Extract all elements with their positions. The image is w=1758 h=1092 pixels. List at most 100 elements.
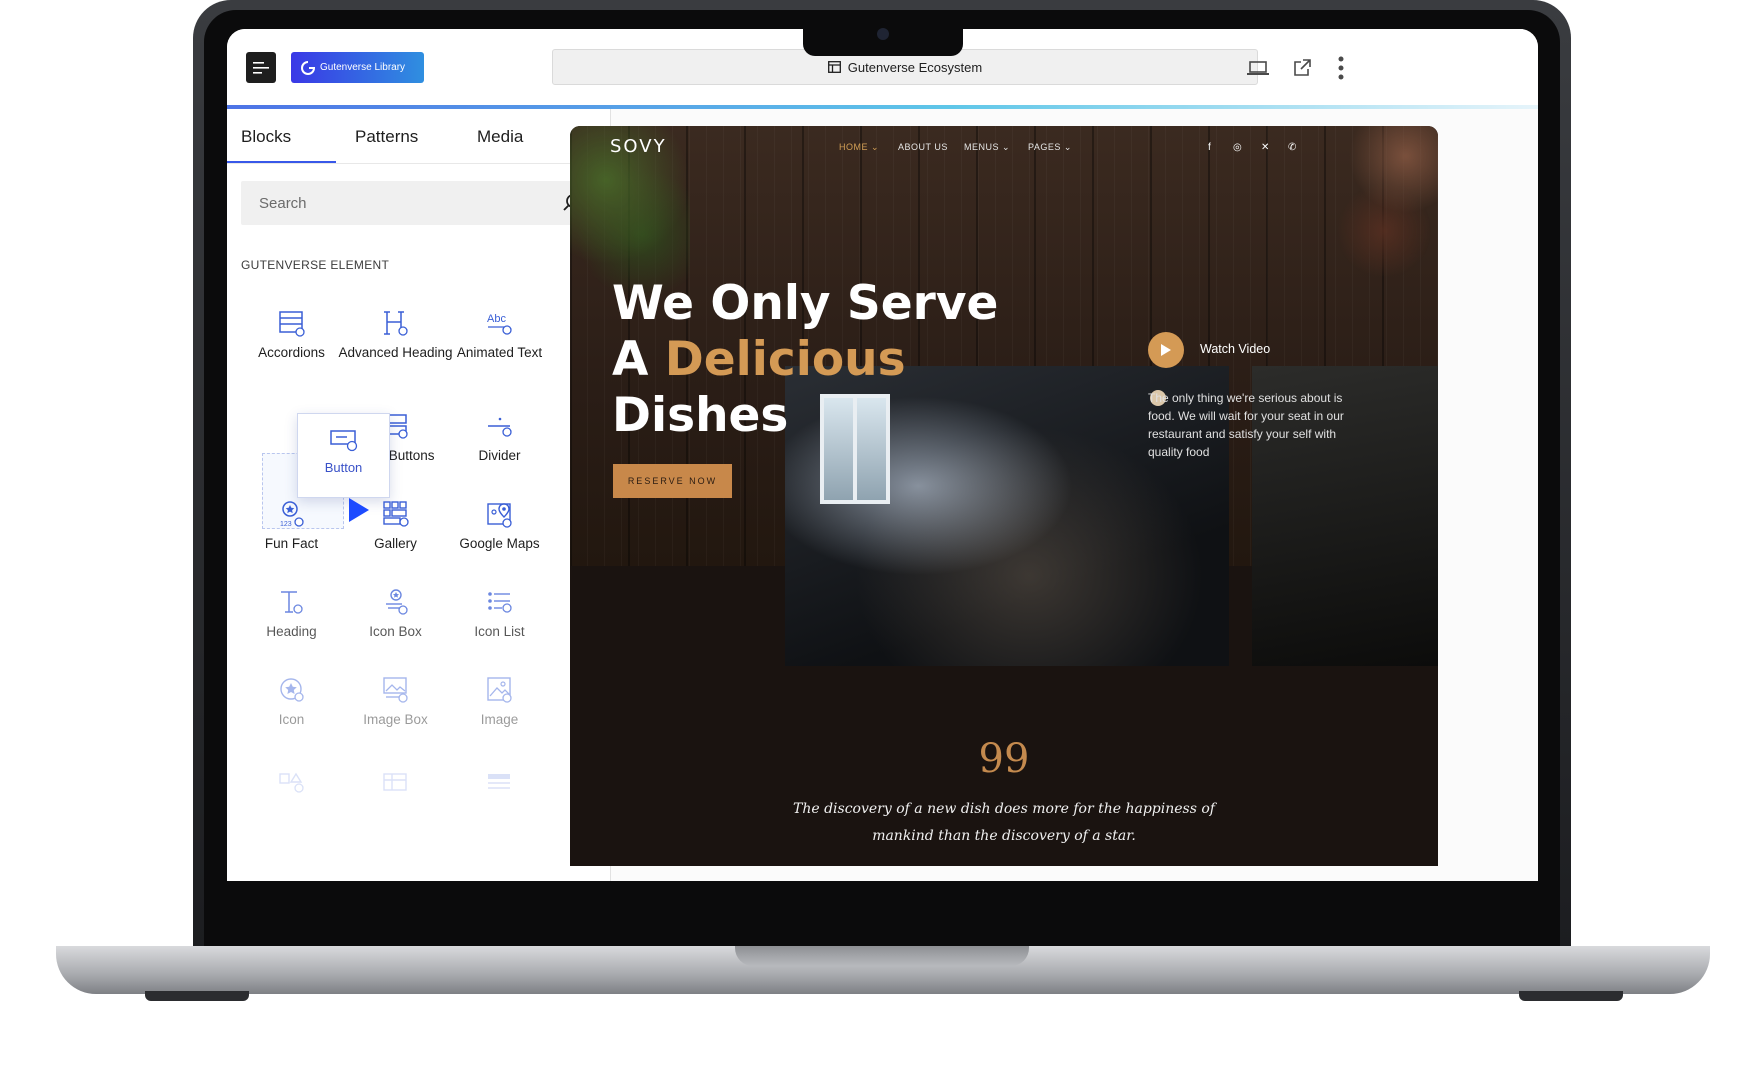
hero-description: The only thing we're serious about is fo… (1148, 391, 1344, 459)
nav-about[interactable]: ABOUT US (898, 142, 948, 152)
laptop-foot (145, 991, 249, 1001)
nav-menus-label: MENUS (964, 142, 1000, 152)
tab-media[interactable]: Media (477, 109, 523, 164)
block-animated-text[interactable]: Abc Animated Text (441, 309, 558, 361)
site-preview[interactable]: SOVY HOME ⌄ ABOUT US MENUS ⌄ PAGES ⌄ f ◎… (570, 126, 1438, 866)
section-title: GUTENVERSE ELEMENT (241, 258, 390, 272)
nav-menus[interactable]: MENUS ⌄ (964, 142, 1010, 153)
hero-title: We Only Serve A Delicious Dishes (612, 276, 998, 444)
block-divider[interactable]: Divider (441, 412, 558, 464)
device-preview-button[interactable] (1244, 55, 1272, 81)
google-maps-icon (486, 503, 512, 528)
block-label: Google Maps (459, 536, 540, 551)
screen: Gutenverse Library Gutenverse Ecosystem … (227, 29, 1538, 881)
quote-icon: 99 (978, 736, 1030, 782)
gallery-icon (382, 501, 409, 527)
hero-title-line1: We Only Serve (612, 276, 999, 331)
social-icon[interactable]: ✆ (1288, 142, 1296, 153)
play-icon (1161, 344, 1171, 356)
block-icon[interactable]: Icon (233, 676, 350, 728)
block-inserter-panel: Blocks Patterns Media GUTENVERSE ELEMENT… (227, 109, 611, 881)
view-post-button[interactable] (1288, 55, 1316, 81)
quote-text: The discovery of a new dish does more fo… (793, 801, 1215, 844)
laptop-foot (1519, 991, 1623, 1001)
block-label: Image (480, 712, 519, 727)
nav-pages-label: PAGES (1028, 142, 1061, 152)
block-heading[interactable]: Heading (233, 588, 350, 640)
advanced-heading-icon (383, 311, 408, 336)
button-icon (329, 430, 357, 452)
laptop-hinge (735, 946, 1029, 966)
block-label: Icon List (474, 624, 525, 639)
gutenverse-logo-icon (301, 60, 315, 75)
block-partial-icon (383, 773, 407, 791)
template-icon (827, 61, 841, 73)
block-label: Icon Box (369, 624, 422, 639)
gutenverse-library-button[interactable]: Gutenverse Library (291, 52, 424, 83)
gutenverse-library-label: Gutenverse Library (320, 62, 406, 73)
list-view-icon (253, 61, 269, 74)
block-partial-icon (488, 774, 510, 789)
block-gallery[interactable]: Gallery (337, 500, 454, 552)
block-google-maps[interactable]: Google Maps (441, 500, 558, 552)
block-label: Advanced Heading (338, 345, 453, 360)
svg-text:123: 123 (280, 521, 292, 528)
tab-patterns[interactable]: Patterns (355, 109, 418, 164)
tab-divider (227, 163, 610, 164)
hero-title-line3: Dishes (612, 388, 789, 443)
fun-fact-icon: 123 (280, 501, 304, 528)
dragging-block-label: Button (324, 460, 363, 475)
camera-icon (877, 28, 889, 40)
icon-box-icon (385, 589, 408, 615)
block-search (241, 181, 593, 225)
block-image-box[interactable]: Image Box (337, 676, 454, 728)
block-label: Divider (478, 448, 521, 463)
document-overview-button[interactable] (246, 52, 276, 83)
block-label: Fun Fact (264, 536, 319, 551)
heading-icon (280, 591, 303, 614)
hero-title-a: A (612, 332, 649, 387)
image-box-icon (382, 677, 408, 703)
image-icon (486, 677, 512, 703)
nav-home-label: HOME (839, 142, 868, 152)
external-link-icon (1294, 59, 1311, 76)
block-label: Heading (266, 624, 317, 639)
block-label: Accordions (258, 345, 325, 360)
icon-icon (279, 678, 304, 702)
more-vertical-icon (1338, 56, 1344, 80)
divider-icon (487, 417, 512, 437)
site-logo[interactable]: SOVY (610, 136, 667, 157)
block-label: Animated Text (456, 345, 543, 360)
document-title: Gutenverse Ecosystem (847, 59, 983, 75)
block-advanced-heading[interactable]: Advanced Heading (337, 309, 454, 361)
instagram-icon[interactable]: ◎ (1233, 142, 1242, 153)
search-input[interactable] (241, 181, 551, 225)
accordion-icon (278, 311, 305, 337)
hero-title-line2: A Delicious (612, 332, 998, 388)
dragging-block-button[interactable]: Button (297, 413, 390, 498)
animated-text-icon: Abc (487, 313, 512, 335)
hero-title-accent: Delicious (664, 332, 906, 387)
nav-home[interactable]: HOME ⌄ (839, 142, 879, 153)
block-label: Icon (278, 712, 305, 727)
block-icon-box[interactable]: Icon Box (337, 588, 454, 640)
block-icon-list[interactable]: Icon List (441, 588, 558, 640)
icon-list-icon (487, 592, 512, 613)
laptop-icon (1247, 60, 1269, 75)
tab-blocks[interactable]: Blocks (241, 109, 291, 164)
block-label: Image Box (363, 712, 428, 727)
active-tab-indicator (227, 161, 336, 163)
block-label: Gallery (374, 536, 417, 551)
nav-pages[interactable]: PAGES ⌄ (1028, 142, 1072, 153)
x-twitter-icon[interactable]: ✕ (1261, 142, 1269, 153)
block-partial-icon (279, 772, 304, 793)
block-image[interactable]: Image (441, 676, 558, 728)
block-fun-fact[interactable]: 123 Fun Fact (233, 500, 350, 552)
reserve-now-button[interactable]: RESERVE NOW (613, 464, 732, 498)
watch-video-label[interactable]: Watch Video (1200, 342, 1270, 356)
block-accordions[interactable]: Accordions (233, 309, 350, 361)
facebook-icon[interactable]: f (1208, 142, 1211, 153)
spices-decoration (1330, 126, 1438, 276)
play-video-button[interactable] (1148, 332, 1184, 368)
options-button[interactable] (1327, 55, 1355, 81)
